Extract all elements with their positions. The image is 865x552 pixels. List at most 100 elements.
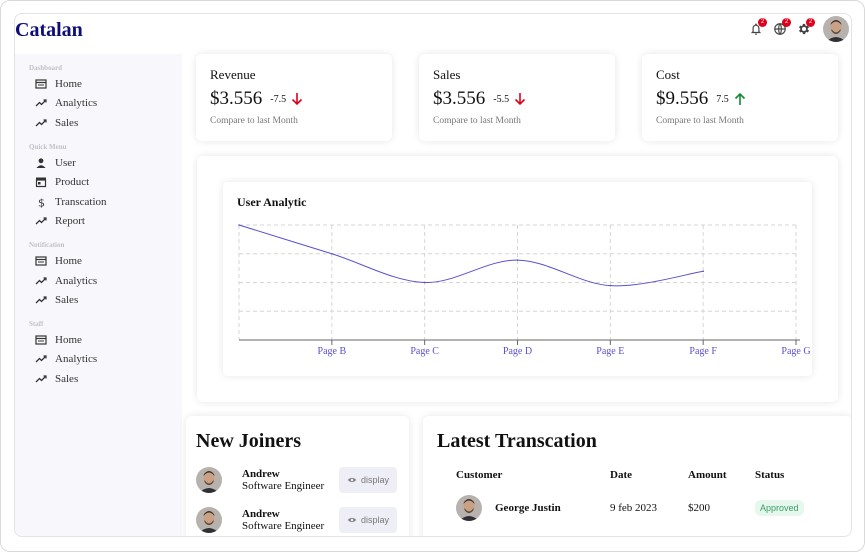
card-title: Revenue bbox=[210, 67, 256, 82]
revenue-card: Revenue $3.556 -7.5 Compare to last Mont… bbox=[196, 54, 392, 141]
data-point bbox=[702, 270, 704, 273]
trending-icon bbox=[35, 215, 47, 227]
card-title: Sales bbox=[433, 67, 461, 82]
globe-icon[interactable]: 2 bbox=[773, 18, 791, 37]
display-button[interactable]: display bbox=[339, 506, 397, 533]
column-header: Amount bbox=[688, 469, 727, 481]
home-icon bbox=[35, 255, 47, 267]
sidebar-item-report[interactable]: Report bbox=[15, 212, 182, 232]
sidebar-item-sales[interactable]: Sales bbox=[15, 290, 182, 310]
x-tick-label: Page F bbox=[689, 346, 717, 357]
display-button-label: display bbox=[360, 514, 389, 525]
display-button-label: display bbox=[360, 474, 389, 485]
data-point bbox=[423, 281, 426, 284]
sidebar-item-analytics[interactable]: Analytics bbox=[15, 94, 182, 114]
x-tick-label: Page D bbox=[503, 346, 532, 357]
sidebar-section-title: Staff bbox=[29, 319, 44, 328]
sales-card: Sales $3.556 -5.5 Compare to last Month bbox=[419, 54, 615, 141]
x-tick-label: Page G bbox=[781, 346, 810, 357]
dollar-icon: $ bbox=[35, 196, 47, 208]
sidebar-item-user[interactable]: User bbox=[15, 153, 182, 173]
trending-icon bbox=[35, 117, 47, 129]
customer-name: George Justin bbox=[495, 502, 561, 514]
sidebar-item-label: Sales bbox=[55, 294, 79, 307]
card-rate: -7.5 bbox=[270, 93, 287, 105]
joiners-list: Andrew Software Engineer display Andrew Soft… bbox=[196, 466, 399, 533]
sidebar-section-title: Quick Menu bbox=[29, 142, 67, 151]
data-point bbox=[516, 259, 519, 261]
joiner-name: Andrew bbox=[242, 507, 280, 520]
transaction-amount: $200 bbox=[688, 502, 710, 514]
eye-icon bbox=[347, 515, 357, 525]
new-joiners-title: New Joiners bbox=[196, 430, 301, 452]
line-chart[interactable]: Page B Page C Page D Page E Page F Page G bbox=[223, 182, 812, 376]
x-tick-label: Page C bbox=[410, 346, 439, 357]
arrow-up-icon bbox=[734, 92, 746, 106]
arrow-down-icon bbox=[291, 92, 303, 106]
sidebar-item-home[interactable]: Home bbox=[15, 251, 182, 271]
card-money: $9.556 bbox=[656, 88, 709, 109]
topbar-icons: 2 2 2 bbox=[749, 16, 849, 42]
column-header: Customer bbox=[456, 469, 503, 481]
sidebar-item-sales[interactable]: Sales bbox=[15, 369, 182, 389]
gear-icon[interactable]: 2 bbox=[797, 18, 815, 37]
card-compare: Compare to last Month bbox=[656, 116, 744, 126]
display-button[interactable]: display bbox=[339, 466, 397, 493]
sidebar-item-product[interactable]: Product bbox=[15, 172, 182, 192]
transaction-date: 9 feb 2023 bbox=[610, 502, 658, 514]
trending-icon bbox=[35, 353, 47, 365]
transactions-title: Latest Transcation bbox=[437, 430, 597, 452]
language-badge: 2 bbox=[782, 18, 791, 27]
card-rate: -5.5 bbox=[493, 93, 510, 105]
data-point bbox=[238, 224, 240, 226]
card-money: $3.556 bbox=[210, 88, 263, 109]
trending-icon bbox=[35, 373, 47, 385]
customer-avatar bbox=[456, 495, 482, 521]
sidebar-item-label: Home bbox=[55, 333, 82, 346]
list-item: Andrew Software Engineer display bbox=[196, 506, 399, 533]
sidebar-item-analytics[interactable]: Analytics bbox=[15, 271, 182, 291]
trending-icon bbox=[35, 97, 47, 109]
svg-text:$: $ bbox=[38, 196, 45, 208]
trending-icon bbox=[35, 294, 47, 306]
sidebar-item-home[interactable]: Home bbox=[15, 330, 182, 350]
sidebar-section-title: Dashboard bbox=[29, 64, 63, 72]
home-icon bbox=[35, 334, 47, 346]
avatar[interactable] bbox=[823, 16, 849, 42]
cost-card: Cost $9.556 7.5 Compare to last Month bbox=[642, 54, 838, 141]
sidebar-item-label: Home bbox=[55, 254, 82, 267]
eye-icon bbox=[347, 475, 357, 485]
joiner-avatar bbox=[196, 506, 222, 533]
joiner-info: Andrew Software Engineer bbox=[242, 468, 336, 492]
sidebar-item-label: Analytics bbox=[55, 97, 98, 110]
list-item: Andrew Software Engineer display bbox=[196, 466, 399, 493]
sidebar-item-label: Analytics bbox=[55, 353, 98, 366]
card-rate: 7.5 bbox=[716, 93, 729, 105]
card-compare: Compare to last Month bbox=[433, 116, 521, 126]
sidebar-item-label: Sales bbox=[55, 116, 79, 129]
status-badge: Approved bbox=[755, 500, 804, 516]
trending-icon bbox=[35, 275, 47, 287]
column-header: Status bbox=[755, 469, 785, 481]
sidebar-item-analytics[interactable]: Analytics bbox=[15, 350, 182, 370]
card-compare: Compare to last Month bbox=[210, 116, 298, 126]
new-joiners-panel: New Joiners Andrew Software Engineer displ… bbox=[186, 416, 409, 536]
series-line bbox=[238, 224, 704, 287]
settings-badge: 2 bbox=[806, 18, 815, 27]
sidebar-section-title: Notification bbox=[29, 241, 65, 250]
card-title: Cost bbox=[656, 67, 680, 82]
app-logo[interactable]: Catalan bbox=[15, 19, 83, 42]
table-row[interactable]: George Justin 9 feb 2023 $200 Approved bbox=[437, 495, 839, 521]
store-icon bbox=[35, 176, 47, 188]
home-icon bbox=[35, 78, 47, 90]
sidebar-item-label: Analytics bbox=[55, 274, 98, 287]
sidebar: Dashboard Home Analytics Sales Quick Menu Use… bbox=[15, 54, 182, 536]
column-header: Date bbox=[610, 469, 632, 481]
bell-icon[interactable]: 2 bbox=[749, 18, 767, 37]
sidebar-item-transcation[interactable]: $ Transcation bbox=[15, 192, 182, 212]
x-tick-label: Page B bbox=[318, 346, 347, 357]
app-window: Catalan 2 2 2 Dashboard Home Analytics Sale… bbox=[14, 13, 852, 537]
sidebar-item-sales[interactable]: Sales bbox=[15, 113, 182, 133]
sidebar-item-label: Product bbox=[55, 176, 90, 189]
sidebar-item-home[interactable]: Home bbox=[15, 74, 182, 94]
